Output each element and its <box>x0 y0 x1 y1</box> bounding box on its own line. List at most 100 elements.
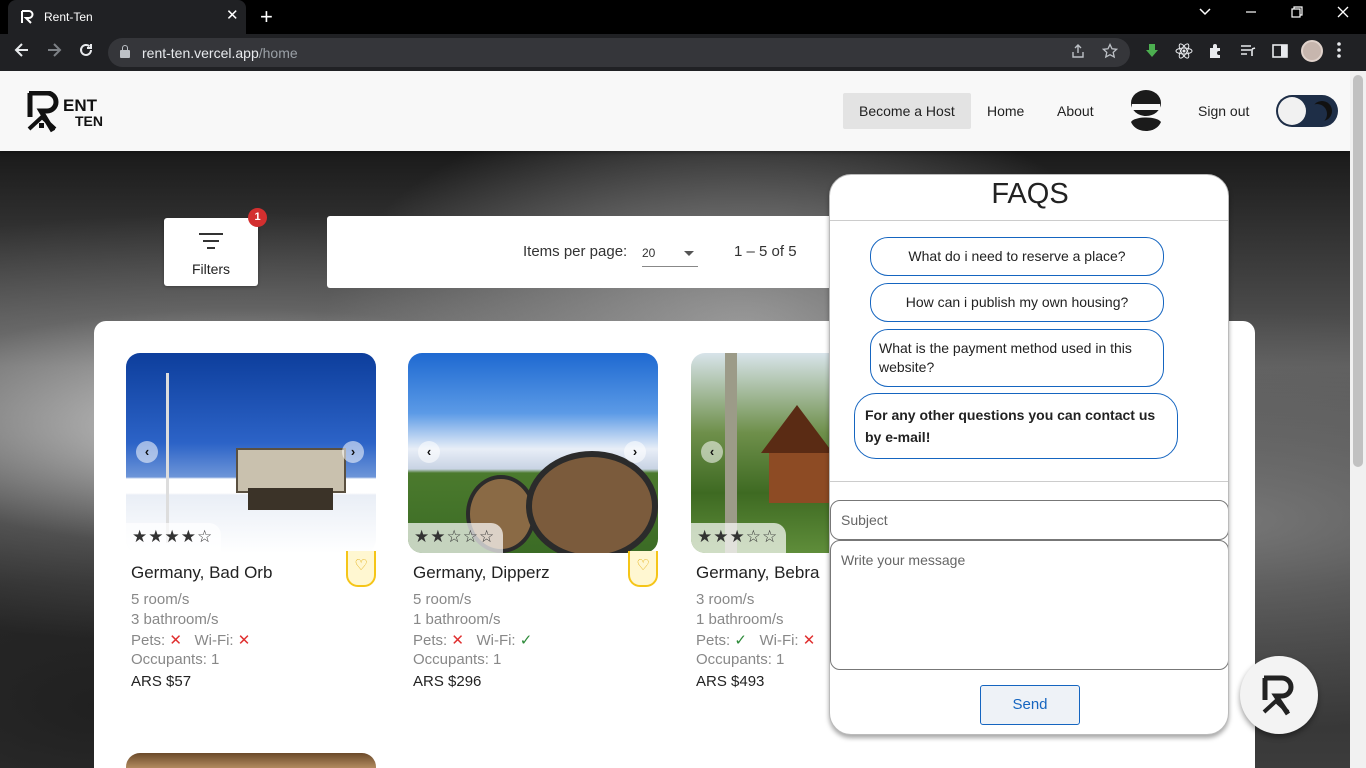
restore-icon[interactable] <box>1290 5 1304 23</box>
listing-occupants: Occupants: 1 <box>696 651 785 668</box>
wifi-check-icon: ✓ <box>519 632 533 649</box>
faq-question[interactable]: What do i need to reserve a place? <box>870 237 1164 276</box>
tab-close-icon[interactable]: ✕ <box>226 8 239 24</box>
rent-ten-logo[interactable]: ENT TEN <box>27 90 111 133</box>
favorite-heart-icon[interactable]: ♡ <box>628 551 658 587</box>
faq-contact-message: For any other questions you can contact … <box>854 393 1178 459</box>
listing-amenities: Pets: ✕ Wi-Fi: ✕ <box>131 632 251 649</box>
prev-photo-icon[interactable]: ‹ <box>136 441 158 463</box>
url-text: rent-ten.vercel.app/home <box>142 45 298 61</box>
rent-ten-logo-icon <box>1262 675 1294 716</box>
back-icon[interactable] <box>10 41 34 63</box>
listing-card[interactable]: ‹ › ★★★★☆ ♡ Germany, Bad Orb 5 room/s 3 … <box>126 353 376 693</box>
rating-stars: ★★★★☆ <box>126 523 222 553</box>
faq-question[interactable]: What is the payment method used in this … <box>870 329 1164 387</box>
listing-price: ARS $57 <box>131 673 192 690</box>
listing-bathrooms: 1 bathroom/s <box>696 611 784 628</box>
items-per-page-value: 20 <box>642 246 656 260</box>
no-wifi-icon: ✕ <box>802 632 816 649</box>
lock-icon[interactable] <box>120 45 130 58</box>
send-button[interactable]: Send <box>980 685 1080 725</box>
prev-photo-icon[interactable]: ‹ <box>701 441 723 463</box>
minimize-icon[interactable] <box>1244 5 1258 23</box>
side-panel-icon[interactable] <box>1271 42 1289 60</box>
browser-tab-bar: Rent-Ten ✕ + <box>0 0 1366 34</box>
media-control-icon[interactable] <box>1239 42 1257 60</box>
subject-field[interactable]: Subject <box>830 500 1228 540</box>
listing-price: ARS $296 <box>413 673 482 690</box>
listing-bathrooms: 3 bathroom/s <box>131 611 219 628</box>
listing-title: Germany, Bad Orb <box>131 563 273 582</box>
faq-divider <box>830 481 1228 482</box>
next-photo-icon[interactable]: › <box>624 441 646 463</box>
pets-check-icon: ✓ <box>734 632 747 649</box>
faq-chat-toggle-button[interactable] <box>1240 656 1318 734</box>
bookmark-star-icon[interactable] <box>1101 42 1119 63</box>
listing-rooms: 3 room/s <box>696 591 755 608</box>
rating-stars: ★★★☆☆ <box>691 523 787 553</box>
listing-occupants: Occupants: 1 <box>131 651 220 668</box>
svg-text:TEN: TEN <box>75 113 103 129</box>
dark-mode-toggle[interactable] <box>1276 95 1338 127</box>
next-photo-icon[interactable]: › <box>342 441 364 463</box>
user-avatar-icon[interactable] <box>1128 90 1164 132</box>
new-tab-button[interactable]: + <box>260 6 273 28</box>
listing-title: Germany, Bebra <box>696 563 820 582</box>
browser-menu-icon[interactable] <box>1336 41 1342 64</box>
rating-stars: ★★☆☆☆ <box>408 523 504 553</box>
listing-photo: ‹ › ★★☆☆☆ <box>408 353 658 553</box>
site-header: ENT TEN Become a Host Home About Sign ou… <box>0 71 1350 151</box>
faq-question[interactable]: How can i publish my own housing? <box>870 283 1164 322</box>
extensions-puzzle-icon[interactable] <box>1207 42 1225 60</box>
tab-title: Rent-Ten <box>44 10 93 24</box>
page-scrollbar[interactable] <box>1350 71 1366 768</box>
items-per-page-label: Items per page: <box>523 243 628 260</box>
share-icon[interactable] <box>1070 43 1086 63</box>
listing-photo: ‹ › ★★★★☆ <box>126 353 376 553</box>
no-pets-icon: ✕ <box>169 632 182 649</box>
sign-out-link[interactable]: Sign out <box>1182 93 1265 129</box>
listing-occupants: Occupants: 1 <box>413 651 502 668</box>
listing-card-partial[interactable] <box>126 753 376 768</box>
listing-card[interactable]: ‹ › ★★☆☆☆ ♡ Germany, Dipperz 5 room/s 1 … <box>408 353 658 693</box>
toggle-knob <box>1278 97 1306 125</box>
no-wifi-icon: ✕ <box>237 632 251 649</box>
listing-amenities: Pets: ✓ Wi-Fi: ✕ <box>696 632 816 649</box>
favorite-heart-icon[interactable]: ♡ <box>346 551 376 587</box>
reload-icon[interactable] <box>74 41 98 63</box>
listing-amenities: Pets: ✕ Wi-Fi: ✓ <box>413 632 533 649</box>
browser-toolbar: rent-ten.vercel.app/home <box>0 34 1366 71</box>
filter-icon <box>199 233 223 249</box>
address-bar[interactable]: rent-ten.vercel.app/home <box>108 38 1130 67</box>
window-close-icon[interactable] <box>1336 5 1350 23</box>
browser-tab[interactable]: Rent-Ten ✕ <box>8 0 246 34</box>
rent-ten-favicon-icon <box>20 9 36 25</box>
listing-rooms: 5 room/s <box>131 591 190 608</box>
home-link[interactable]: Home <box>971 93 1040 129</box>
listing-rooms: 5 room/s <box>413 591 472 608</box>
about-link[interactable]: About <box>1041 93 1110 129</box>
faq-panel: FAQS What do i need to reserve a place? … <box>829 174 1229 735</box>
page-viewport: ENT TEN Become a Host Home About Sign ou… <box>0 71 1350 768</box>
download-extension-icon[interactable] <box>1143 42 1161 60</box>
become-host-link[interactable]: Become a Host <box>843 93 971 129</box>
faq-title: FAQS <box>991 178 1069 210</box>
scrollbar-thumb[interactable] <box>1353 75 1363 467</box>
page-range-label: 1 – 5 of 5 <box>734 243 797 260</box>
message-field[interactable]: Write your message <box>830 540 1228 670</box>
prev-photo-icon[interactable]: ‹ <box>418 441 440 463</box>
filters-button[interactable]: Filters <box>164 218 258 286</box>
no-pets-icon: ✕ <box>451 632 464 649</box>
faq-divider <box>830 220 1228 221</box>
listing-title: Germany, Dipperz <box>413 563 550 582</box>
paginator: Items per page: 20 1 – 5 of 5 <box>327 216 887 288</box>
profile-avatar[interactable] <box>1301 40 1323 62</box>
listing-price: ARS $493 <box>696 673 765 690</box>
react-devtools-icon[interactable] <box>1175 42 1193 60</box>
filter-count-badge: 1 <box>248 208 267 227</box>
forward-icon[interactable] <box>42 41 66 63</box>
items-per-page-select[interactable]: 20 <box>642 242 698 267</box>
tab-search-icon[interactable] <box>1198 5 1212 23</box>
moon-icon <box>1312 101 1332 121</box>
filters-label: Filters <box>191 261 231 277</box>
